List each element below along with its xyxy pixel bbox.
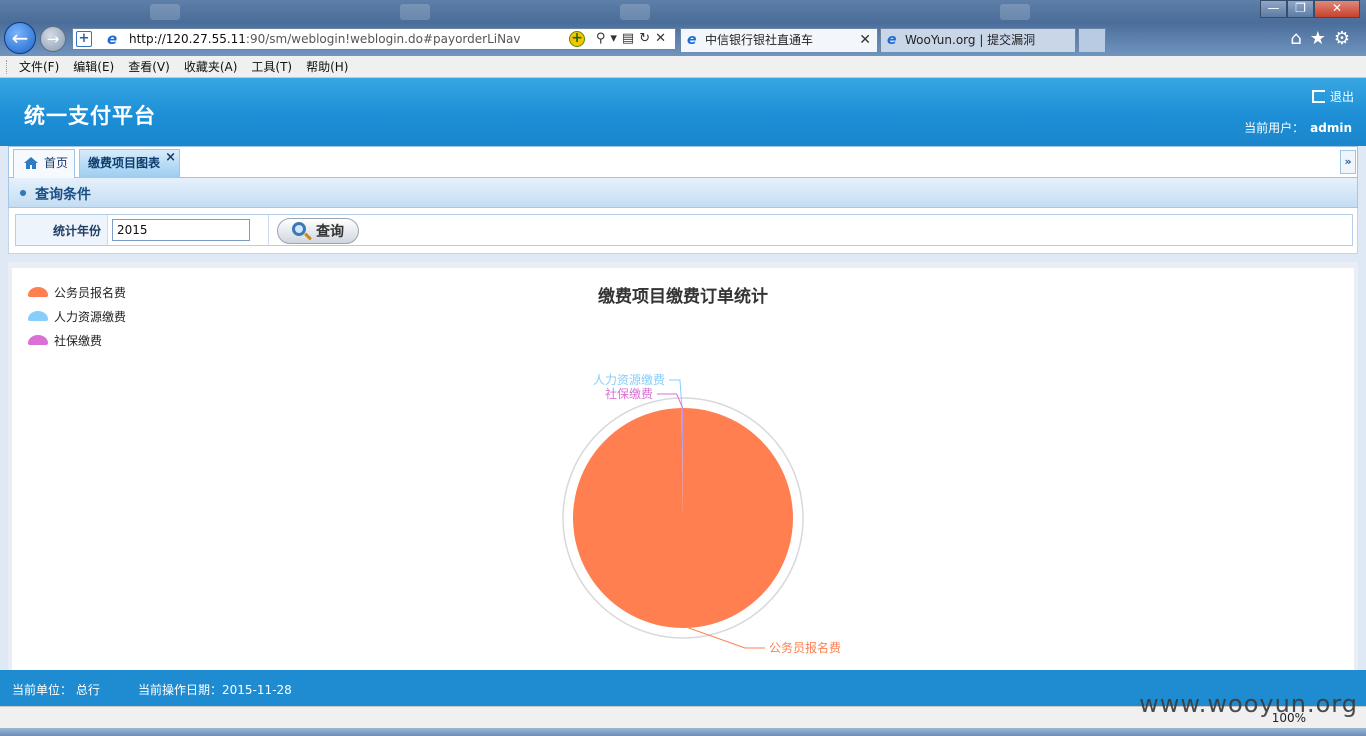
home-icon[interactable]: ⌂ xyxy=(1290,28,1309,49)
current-date: 当前操作日期：2015-11-28 xyxy=(138,683,292,697)
home-icon xyxy=(24,157,38,169)
window-controls: — ❐ ✕ xyxy=(1260,0,1360,18)
query-section-title: 查询条件 xyxy=(35,187,91,203)
logout-link[interactable]: 退出 xyxy=(1311,88,1354,105)
current-user-name: admin xyxy=(1310,121,1352,135)
browser-right-icons: ⌂★⚙ xyxy=(1290,28,1358,49)
desktop-decoration xyxy=(1000,4,1030,20)
address-path: :90/sm/weblogin!weblogin.do#payorderLiNa… xyxy=(245,32,521,46)
address-host: http://120.27.55.11 xyxy=(129,32,246,46)
legend-label: 社保缴费 xyxy=(54,333,103,348)
query-form: 统计年份 查询 xyxy=(8,208,1358,254)
ie-page-icon: e xyxy=(107,30,118,48)
address-tools[interactable]: ⚲▾▤↻✕ xyxy=(596,29,671,49)
address-bar[interactable]: + e http://120.27.55.11:90/sm/weblogin!w… xyxy=(72,28,676,50)
search-icon xyxy=(292,222,306,236)
add-favorite-icon[interactable]: + xyxy=(76,31,92,47)
collapse-icon[interactable]: » xyxy=(1340,150,1356,174)
app-title: 统一支付平台 xyxy=(24,104,156,128)
menu-grip xyxy=(6,60,9,74)
tab-home-label: 首页 xyxy=(44,156,69,170)
current-unit: 当前单位： 总行 xyxy=(12,683,100,697)
legend-swatch xyxy=(28,335,48,345)
current-user: 当前用户： admin xyxy=(1244,119,1352,136)
divider xyxy=(268,215,269,245)
menu-help[interactable]: 帮助(H) xyxy=(299,56,355,78)
menu-file[interactable]: 文件(F) xyxy=(12,56,66,78)
close-tab-icon[interactable]: ✕ xyxy=(859,29,871,51)
desktop-decoration xyxy=(150,4,180,20)
browser-tab-label: WooYun.org | 提交漏洞 xyxy=(905,33,1036,47)
logout-icon xyxy=(1311,90,1325,103)
browser-tab-label: 中信银行银社直通车 xyxy=(705,33,814,47)
search-button-label: 查询 xyxy=(316,224,344,240)
menu-edit[interactable]: 编辑(E) xyxy=(66,56,121,78)
tab-payment-chart-label: 缴费项目图表 xyxy=(88,156,161,170)
chart-container: 人力资源缴费 社保缴费公务员报名费 公务员报名费 人力资源缴费 社保缴费 缴费项目… xyxy=(8,262,1358,670)
chart-title: 缴费项目缴费订单统计 xyxy=(598,287,768,307)
pie-slice-label: 社保缴费 xyxy=(605,386,653,401)
desktop-decoration xyxy=(400,4,430,20)
maximize-button[interactable]: ❐ xyxy=(1287,0,1314,18)
settings-gear-icon[interactable]: ⚙ xyxy=(1334,28,1358,49)
legend-swatch xyxy=(28,311,48,321)
logout-label: 退出 xyxy=(1329,90,1354,104)
year-input[interactable] xyxy=(112,219,250,241)
new-tab-button[interactable] xyxy=(1078,28,1106,52)
windows-taskbar xyxy=(0,728,1366,736)
current-user-label: 当前用户： xyxy=(1244,121,1305,135)
tab-home[interactable]: 首页 xyxy=(13,149,75,178)
browser-tab-wooyun[interactable]: e WooYun.org | 提交漏洞 xyxy=(880,28,1076,52)
legend-item-hr[interactable]: 人力资源缴费 xyxy=(28,304,126,328)
menu-favorites[interactable]: 收藏夹(A) xyxy=(177,56,245,78)
search-button[interactable]: 查询 xyxy=(277,218,359,244)
ie-tab-icon: e xyxy=(687,32,697,48)
compatibility-icon[interactable]: + xyxy=(569,31,585,47)
chart-panel: 人力资源缴费 社保缴费公务员报名费 公务员报名费 人力资源缴费 社保缴费 缴费项目… xyxy=(12,268,1354,670)
legend-item-social-security[interactable]: 社保缴费 xyxy=(28,328,126,352)
app-header: 统一支付平台 退出 当前用户： admin xyxy=(0,78,1366,146)
pie-slice-label: 公务员报名费 xyxy=(769,640,841,655)
bullet-icon xyxy=(19,189,27,197)
browser-titlebar: ← → + e http://120.27.55.11:90/sm/weblog… xyxy=(0,0,1366,56)
tab-payment-chart[interactable]: 缴费项目图表 × xyxy=(79,149,180,178)
menu-view[interactable]: 查看(V) xyxy=(121,56,177,78)
legend-label: 人力资源缴费 xyxy=(54,309,127,324)
close-window-button[interactable]: ✕ xyxy=(1314,0,1360,18)
desktop-decoration xyxy=(620,4,650,20)
pie-slice-label: 人力资源缴费 xyxy=(593,372,665,387)
browser-tab-citic[interactable]: e 中信银行银社直通车 ✕ xyxy=(680,28,878,52)
query-section-header: 查询条件 xyxy=(8,178,1358,208)
menu-bar: 文件(F) 编辑(E) 查看(V) 收藏夹(A) 工具(T) 帮助(H) xyxy=(0,56,1366,78)
ie-tab-icon: e xyxy=(887,32,897,48)
close-tab-icon[interactable]: × xyxy=(165,144,176,171)
pie-leader-line xyxy=(657,393,684,409)
pie-leader-line xyxy=(688,627,765,649)
address-url[interactable]: http://120.27.55.11:90/sm/weblogin!weblo… xyxy=(129,29,521,49)
favorites-star-icon[interactable]: ★ xyxy=(1310,28,1334,49)
page-tab-bar: 首页 缴费项目图表 × » xyxy=(8,146,1358,178)
year-label: 统计年份 xyxy=(52,224,101,238)
back-button[interactable]: ← xyxy=(4,22,36,54)
forward-button[interactable]: → xyxy=(40,26,66,52)
menu-tools[interactable]: 工具(T) xyxy=(244,56,299,78)
year-label-cell: 统计年份 xyxy=(16,215,108,245)
watermark: www.wooyun.org xyxy=(1139,690,1358,718)
minimize-button[interactable]: — xyxy=(1260,0,1287,18)
pie-chart: 人力资源缴费社保缴费公务员报名费 xyxy=(562,372,841,655)
query-row: 统计年份 查询 xyxy=(15,214,1353,246)
